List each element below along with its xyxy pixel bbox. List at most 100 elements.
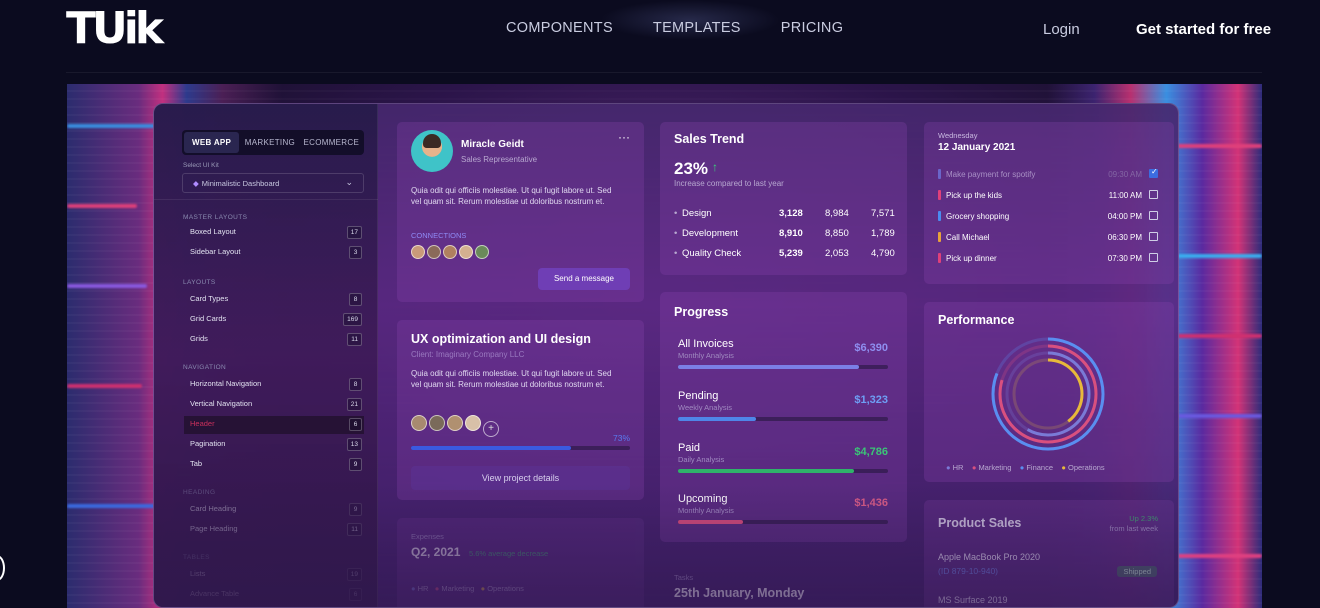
sidebar-item-label: Horizontal Navigation — [190, 379, 262, 388]
row-value: 8,984 — [825, 208, 849, 219]
count-badge: 11 — [347, 523, 362, 536]
avatar[interactable] — [465, 415, 481, 431]
sidebar-item-header[interactable]: Header 6 — [184, 416, 364, 434]
progress-fill — [678, 469, 855, 473]
connections-label: CONNECTIONS — [411, 231, 467, 240]
avatar[interactable] — [429, 415, 445, 431]
sidebar-item-sidebar-layout[interactable]: Sidebar Layout 3 — [184, 244, 364, 262]
sidebar-item-label: Lists — [190, 569, 206, 578]
sidebar-item-boxed-layout[interactable]: Boxed Layout 17 — [184, 224, 364, 242]
todo-checkbox[interactable] — [1149, 211, 1158, 220]
bullet-icon: • — [674, 228, 678, 239]
progress-item-amount: $6,390 — [854, 342, 888, 354]
todo-item[interactable]: Call Michael 06:30 PM — [938, 231, 1158, 245]
todo-time: 09:30 AM — [1108, 170, 1142, 179]
sidebar-item-horizontal-navigation[interactable]: Horizontal Navigation 8 — [184, 376, 364, 394]
todo-item[interactable]: Pick up dinner 07:30 PM — [938, 252, 1158, 266]
legend-dot: ● — [480, 584, 486, 593]
progress-item-sub: Daily Analysis — [678, 455, 725, 464]
priority-flag — [938, 211, 941, 221]
login-link[interactable]: Login — [1043, 21, 1080, 38]
light-stripe — [1177, 334, 1262, 338]
tab-web-app[interactable]: WEB APP — [184, 132, 240, 153]
sidebar-item-lists[interactable]: Lists 19 — [184, 566, 364, 584]
sidebar-item-label: Advance Table — [190, 589, 240, 598]
todo-item[interactable]: Pick up the kids 11:00 AM — [938, 189, 1158, 203]
avatar[interactable] — [427, 245, 441, 259]
tab-ecommerce[interactable]: ECOMMERCE — [301, 132, 362, 153]
bullet-icon: • — [674, 208, 678, 219]
legend-dot: ● — [1019, 463, 1025, 472]
progress-track — [678, 469, 888, 473]
product-sales-card: Product Sales Up 2.3% from last week App… — [924, 500, 1174, 607]
sidebar-item-label: Tab — [190, 459, 203, 468]
todo-item[interactable]: Grocery shopping 04:00 PM — [938, 210, 1158, 224]
view-project-details-button[interactable]: View project details — [411, 466, 630, 490]
sidebar-item-vertical-navigation[interactable]: Vertical Navigation 21 — [184, 396, 364, 414]
legend-label: Operations — [487, 584, 524, 593]
avatar[interactable] — [411, 415, 427, 431]
scroll-indicator[interactable] — [0, 555, 5, 581]
performance-title: Performance — [938, 313, 1015, 327]
light-stripe — [1177, 254, 1262, 258]
todo-checkbox[interactable] — [1149, 232, 1158, 241]
nav-link-pricing[interactable]: PRICING — [781, 20, 844, 36]
add-member-icon[interactable]: + — [483, 421, 499, 437]
sidebar-item-page-heading[interactable]: Page Heading 11 — [184, 521, 364, 539]
avatar[interactable] — [411, 245, 425, 259]
legend-dot: ● — [971, 463, 977, 472]
more-icon[interactable]: ··· — [618, 130, 630, 144]
avatar[interactable] — [459, 245, 473, 259]
tab-marketing[interactable]: MARKETING — [239, 132, 300, 153]
row-value: 1,789 — [871, 228, 895, 239]
sidebar-item-label: Card Heading — [190, 504, 237, 513]
project-progress-label: 73% — [612, 433, 630, 443]
project-client: Client: Imaginary Company LLC — [411, 350, 525, 359]
avatar[interactable] — [447, 415, 463, 431]
product-sales-title: Product Sales — [938, 516, 1022, 530]
sidebar-item-card-heading[interactable]: Card Heading 9 — [184, 501, 364, 519]
todo-checkbox[interactable] — [1149, 167, 1158, 178]
count-badge: 8 — [349, 378, 362, 391]
row-value: 5,239 — [779, 248, 803, 259]
progress-item: Upcoming Monthly Analysis $1,436 — [678, 493, 888, 533]
product-name: Apple MacBook Pro 2020 — [938, 552, 1041, 562]
send-message-button[interactable]: Send a message — [538, 268, 630, 290]
avatar[interactable] — [443, 245, 457, 259]
progress-item-name: Upcoming — [678, 493, 728, 505]
count-badge: 19 — [346, 568, 362, 581]
logo[interactable]: TUik — [66, 7, 164, 51]
avatar[interactable] — [475, 245, 489, 259]
row-value: 2,053 — [825, 248, 849, 259]
expenses-note: 5.6% average decrease — [469, 549, 549, 558]
sidebar-item-tab[interactable]: Tab 9 — [184, 456, 364, 474]
product-name: MS Surface 2019 — [938, 595, 1008, 605]
count-badge: 11 — [347, 333, 362, 346]
todo-item[interactable]: Make payment for spotify 09:30 AM — [938, 167, 1158, 182]
ui-kit-select[interactable]: ◆ Minimalistic Dashboard ⌄ — [182, 173, 364, 193]
todo-checkbox[interactable] — [1149, 190, 1158, 199]
legend-label: Finance — [1026, 463, 1054, 472]
nav-link-templates[interactable]: TEMPLATES — [653, 20, 741, 36]
sidebar-item-card-types[interactable]: Card Types 8 — [184, 291, 364, 309]
progress-track — [678, 520, 888, 524]
light-stripe — [1177, 554, 1262, 558]
sidebar-divider — [154, 199, 378, 200]
sidebar-item-advance-table[interactable]: Advance Table 6 — [184, 586, 364, 604]
row-value: 7,571 — [871, 208, 895, 219]
todo-checkbox[interactable] — [1149, 253, 1158, 262]
section-title-master-layouts: MASTER LAYOUTS — [183, 214, 248, 221]
progress-item-name: Pending — [678, 390, 719, 402]
light-stripe — [67, 384, 142, 388]
sidebar-item-label: Header — [190, 419, 215, 428]
sidebar-item-pagination[interactable]: Pagination 13 — [184, 436, 364, 454]
sidebar-item-grids[interactable]: Grids 11 — [184, 331, 364, 349]
nav-link-components[interactable]: COMPONENTS — [506, 20, 613, 36]
product-id: (ID 879-10-940) — [938, 566, 999, 576]
row-name: Development — [682, 228, 738, 239]
sidebar-item-grid-cards[interactable]: Grid Cards 169 — [184, 311, 364, 329]
legend-label: HR — [417, 584, 429, 593]
get-started-button[interactable]: Get started for free — [1136, 21, 1271, 38]
legend-dot: ● — [946, 463, 951, 472]
progress-item-amount: $1,323 — [854, 394, 888, 406]
